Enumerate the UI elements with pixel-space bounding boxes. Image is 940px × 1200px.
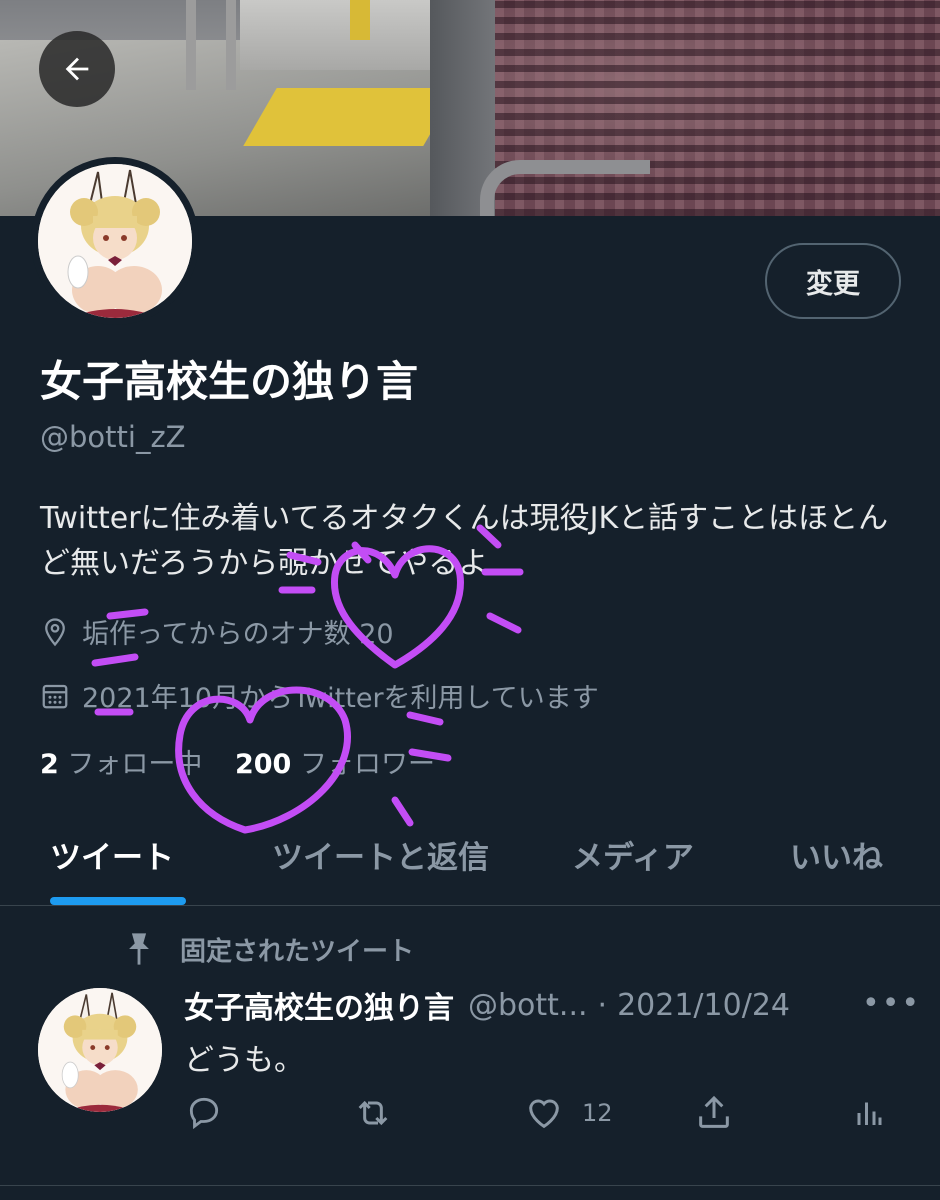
- tab-tweets[interactable]: ツイート: [50, 832, 174, 877]
- banner-armrest: [480, 160, 650, 216]
- like-count: 12: [582, 1099, 613, 1127]
- tweet-text: どうも。: [184, 1043, 304, 1078]
- following-count: 2: [40, 749, 59, 780]
- location-text: 垢作ってからのオナ数 20: [82, 619, 394, 650]
- followers-count: 200: [234, 749, 292, 780]
- banner-pole: [226, 0, 236, 90]
- joined-text: 2021年10月からTwitterを利用しています: [82, 683, 599, 714]
- analytics-icon: [857, 1102, 882, 1125]
- calendar-icon: [42, 684, 68, 708]
- tab-likes[interactable]: いいね: [790, 832, 883, 877]
- tweet-actions: 12: [0, 1093, 940, 1141]
- pin-icon: [129, 933, 149, 965]
- tweet-author-name[interactable]: 女子高校生の独り言: [184, 983, 454, 1027]
- profile-avatar[interactable]: [31, 157, 199, 325]
- profile-display-name: 女子高校生の独り言: [40, 357, 419, 406]
- pinned-tweet-label: 固定されたツイート: [180, 936, 415, 967]
- profile-tabs: ツイート ツイートと返信 メディア いいね: [0, 810, 940, 906]
- retweet-button[interactable]: [353, 1093, 393, 1133]
- heart-icon: [529, 1099, 559, 1129]
- tweet-author-handle[interactable]: @bott...: [468, 988, 588, 1023]
- location-pin-icon: [45, 617, 65, 646]
- back-button[interactable]: [39, 31, 115, 107]
- active-tab-indicator: [50, 897, 186, 905]
- tweet-date[interactable]: 2021/10/24: [617, 988, 790, 1023]
- tab-media[interactable]: メディア: [572, 832, 694, 877]
- share-button[interactable]: [694, 1093, 734, 1133]
- tweet-separator: ·: [597, 987, 608, 1023]
- tweet-header: 女子高校生の独り言 @bott... · 2021/10/24: [184, 983, 790, 1027]
- followers-link[interactable]: 200 フォロワー: [235, 749, 435, 780]
- edit-profile-button[interactable]: 変更: [765, 243, 901, 319]
- more-dots-icon[interactable]: •••: [862, 986, 921, 1021]
- banner-yellow-line: [243, 88, 457, 146]
- avatar-image: [38, 164, 192, 318]
- following-link[interactable]: 2 フォロー中: [40, 749, 202, 780]
- tab-tweets-and-replies[interactable]: ツイートと返信: [272, 832, 489, 877]
- share-icon: [699, 1095, 729, 1128]
- analytics-button[interactable]: [850, 1093, 886, 1133]
- arrow-left-icon: [65, 57, 89, 81]
- banner-door: [240, 0, 450, 70]
- profile-joined: 2021年10月からTwitterを利用しています: [40, 676, 599, 715]
- following-label: フォロー中: [67, 749, 203, 780]
- tweet-divider: [0, 1185, 940, 1186]
- profile-bio: Twitterに住み着いてるオタクくんは現役JKと話すことはほとんど無いだろうか…: [40, 501, 889, 581]
- pinned-label-row: 固定されたツイート: [122, 930, 414, 968]
- retweet-icon: [358, 1100, 388, 1126]
- like-button[interactable]: 12: [524, 1093, 613, 1133]
- reply-button[interactable]: [185, 1093, 223, 1131]
- profile-location: 垢作ってからのオナ数 20: [40, 612, 394, 651]
- banner-pole: [186, 0, 196, 90]
- profile-handle: @botti_zZ: [40, 420, 186, 454]
- followers-label: フォロワー: [299, 749, 435, 780]
- reply-icon: [189, 1097, 219, 1130]
- follow-stats: 2 フォロー中 200 フォロワー: [40, 742, 435, 781]
